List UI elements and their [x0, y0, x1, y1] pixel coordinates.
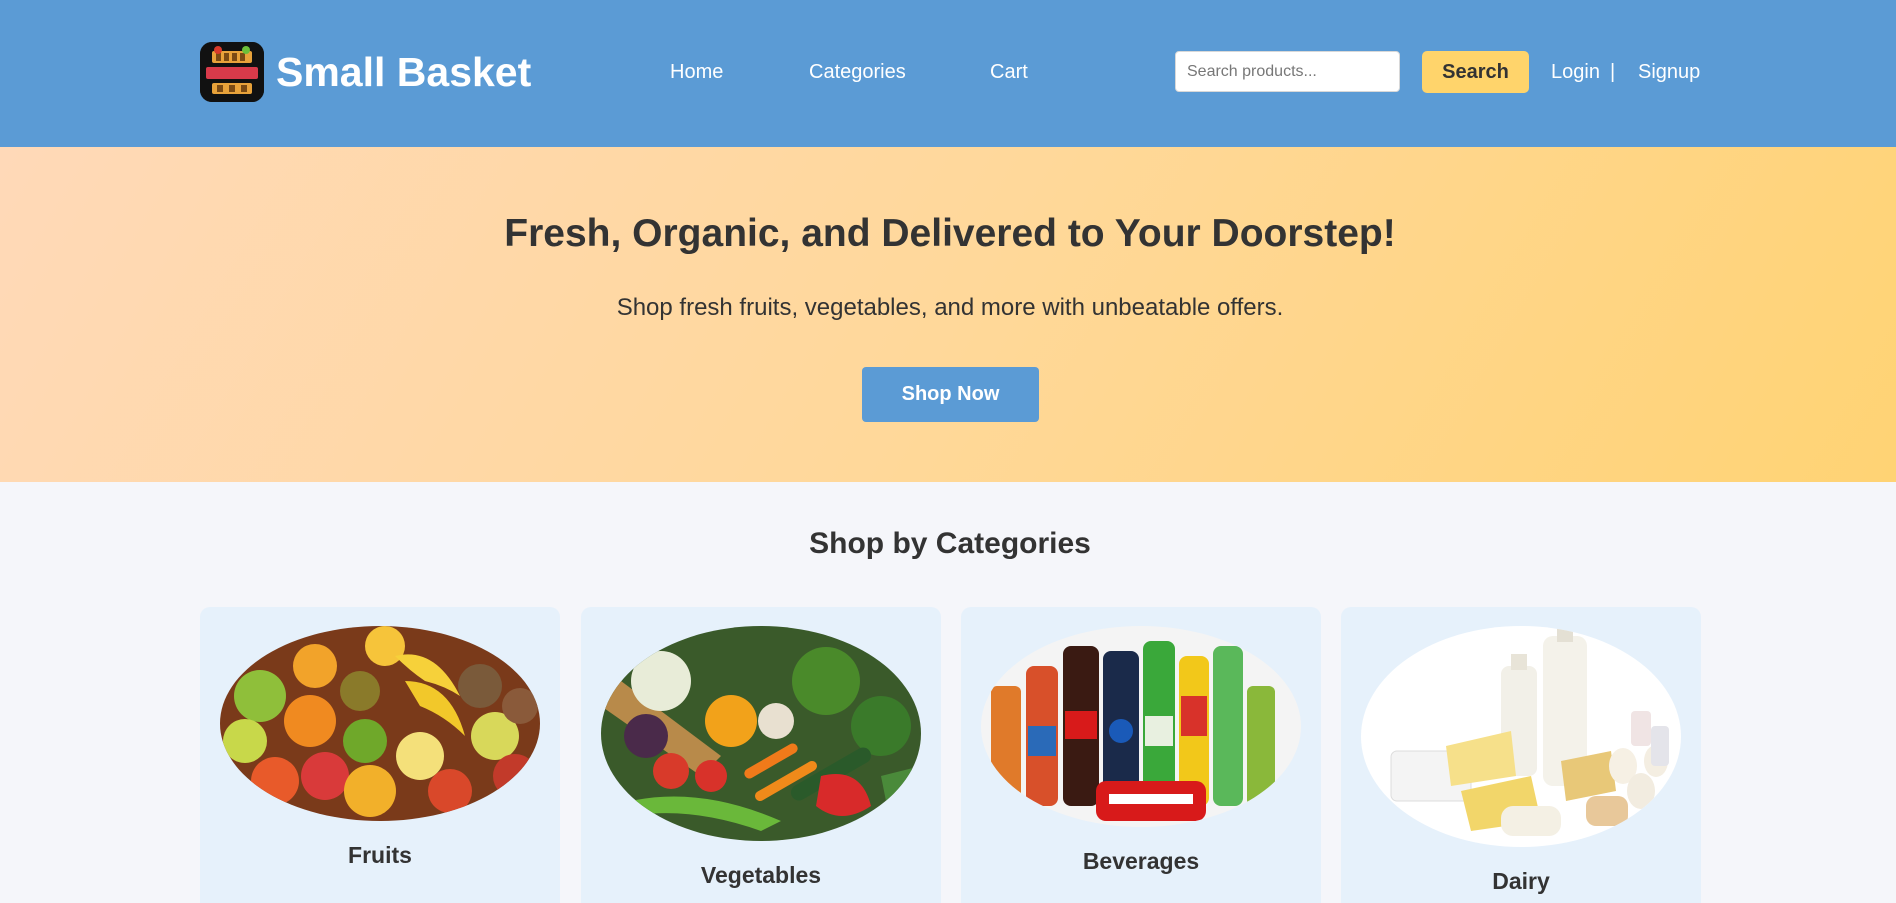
- fruits-image: [220, 626, 540, 821]
- brand-name[interactable]: Small Basket: [276, 46, 531, 98]
- login-link[interactable]: Login: [1551, 58, 1600, 86]
- category-label-beverages: Beverages: [1082, 848, 1200, 874]
- nav-home[interactable]: Home: [670, 58, 723, 86]
- nav-categories[interactable]: Categories: [809, 58, 906, 86]
- shop-now-button[interactable]: Shop Now: [862, 367, 1039, 422]
- category-label-dairy: Dairy: [1492, 868, 1550, 894]
- auth-separator: |: [1610, 61, 1616, 83]
- hero-title: Fresh, Organic, and Delivered to Your Do…: [504, 212, 1396, 255]
- category-label-fruits: Fruits: [348, 842, 412, 868]
- site-header: Small Basket Home Categories Cart Search…: [0, 0, 1896, 147]
- vegetables-image: [601, 626, 921, 841]
- signup-link[interactable]: Signup: [1638, 58, 1700, 86]
- search-button[interactable]: Search: [1422, 51, 1529, 93]
- search-input[interactable]: [1175, 51, 1400, 92]
- beverages-image: [981, 626, 1301, 827]
- category-card-vegetables[interactable]: Vegetables: [581, 607, 941, 903]
- hero-banner: Fresh, Organic, and Delivered to Your Do…: [0, 147, 1896, 482]
- dairy-image: [1361, 626, 1681, 847]
- small-basket-logo-icon[interactable]: [200, 42, 264, 102]
- category-card-dairy[interactable]: Dairy: [1341, 607, 1701, 903]
- category-label-vegetables: Vegetables: [700, 862, 822, 888]
- nav-cart[interactable]: Cart: [990, 58, 1028, 86]
- category-card-beverages[interactable]: Beverages: [961, 607, 1321, 903]
- categories-title: Shop by Categories: [809, 527, 1091, 560]
- hero-subtitle: Shop fresh fruits, vegetables, and more …: [616, 294, 1284, 321]
- category-card-fruits[interactable]: Fruits: [200, 607, 560, 903]
